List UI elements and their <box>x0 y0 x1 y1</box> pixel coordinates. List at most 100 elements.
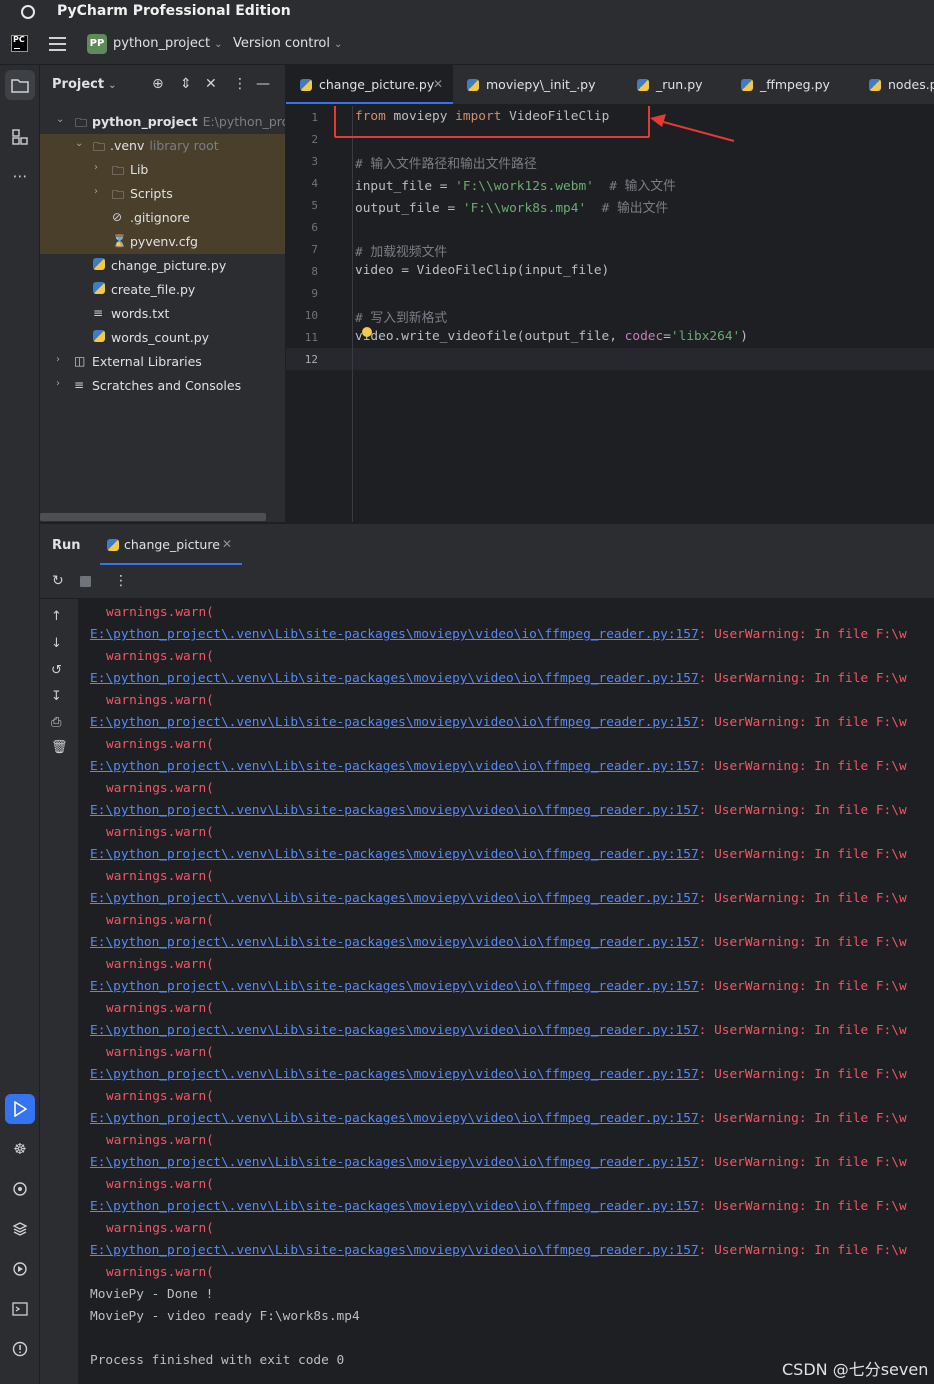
intention-bulb-icon[interactable] <box>362 327 372 337</box>
code-editor[interactable]: 1 2 3 4 5 6 7 8 9 10 11 12 from moviepy … <box>286 106 934 522</box>
project-selector[interactable]: python_project ⌄ <box>113 36 222 51</box>
console-warn-call: warnings.warn( <box>106 649 214 664</box>
print-icon[interactable]: ⎙ <box>51 715 61 730</box>
more-tools-icon[interactable]: ⋯ <box>5 161 35 191</box>
console-file-link[interactable]: E:\python_project\.venv\Lib\site-package… <box>90 847 699 862</box>
python-packages-layers-icon[interactable] <box>5 1214 35 1244</box>
rerun-icon[interactable]: ↻ <box>52 573 64 589</box>
run-tool-icon[interactable] <box>5 1094 35 1124</box>
collapse-all-icon[interactable]: ✕ <box>205 76 217 92</box>
python-file-icon <box>637 79 649 91</box>
tab-ffmpeg[interactable]: _ffmpeg.py <box>727 65 837 104</box>
stop-icon[interactable] <box>80 576 91 587</box>
python-console-icon[interactable] <box>5 1174 35 1204</box>
locate-target-icon[interactable]: ⊕ <box>152 76 164 92</box>
console-warn-call: warnings.warn( <box>106 825 214 840</box>
console-file-link[interactable]: E:\python_project\.venv\Lib\site-package… <box>90 759 699 774</box>
chevron-down-icon: ⌄ <box>214 39 223 50</box>
console-file-link[interactable]: E:\python_project\.venv\Lib\site-package… <box>90 715 699 730</box>
tree-item-words-count[interactable]: words_count.py <box>40 326 285 350</box>
chevron-right-icon: › <box>56 378 60 389</box>
console-warning-line: E:\python_project\.venv\Lib\site-package… <box>90 1243 907 1258</box>
console-file-link[interactable]: E:\python_project\.venv\Lib\site-package… <box>90 891 699 906</box>
chevron-right-icon: › <box>94 162 98 173</box>
console-file-link[interactable]: E:\python_project\.venv\Lib\site-package… <box>90 1199 699 1214</box>
console-file-link[interactable]: E:\python_project\.venv\Lib\site-package… <box>90 1023 699 1038</box>
tree-item-change-picture[interactable]: change_picture.py <box>40 254 285 278</box>
console-file-link[interactable]: E:\python_project\.venv\Lib\site-package… <box>90 935 699 950</box>
vcs-label: Version control <box>233 36 330 51</box>
vcs-selector[interactable]: Version control ⌄ <box>233 36 342 51</box>
tree-item-scratches[interactable]: › ≡ Scratches and Consoles <box>40 374 285 398</box>
project-panel: Project ⌄ ⊕ ⇕ ✕ ⋮ — ⌄ 🗀 python_project E:\… <box>40 65 286 522</box>
project-horizontal-scrollbar[interactable] <box>40 513 266 521</box>
tree-item-python-project[interactable]: ⌄ 🗀 python_projectE:\python_project <box>40 110 285 134</box>
options-menu-icon[interactable]: ⋮ <box>233 76 247 92</box>
services-icon[interactable] <box>5 1254 35 1284</box>
tree-item-pyvenv-cfg[interactable]: ⌛ pyvenv.cfg <box>40 230 285 254</box>
scroll-to-end-icon[interactable]: ↧ <box>51 689 62 704</box>
tab-moviepy-init[interactable]: moviepy\_init_.py <box>453 65 603 104</box>
line-number: 1 <box>311 111 318 124</box>
tree-item-words-txt[interactable]: ≡ words.txt <box>40 302 285 326</box>
watermark: CSDN @七分seven <box>782 1360 929 1379</box>
code-line-8: video = VideoFileClip(input_file) <box>355 263 610 278</box>
debug-bug-icon[interactable]: ☸ <box>5 1134 35 1164</box>
python-file-icon <box>93 330 105 345</box>
console-warn-call: warnings.warn( <box>106 1089 214 1104</box>
arrow-up-icon[interactable]: ↑ <box>51 609 62 624</box>
project-badge[interactable]: PP <box>87 34 107 54</box>
project-panel-title[interactable]: Project ⌄ <box>52 77 116 92</box>
tab-nodes[interactable]: nodes.p <box>855 65 934 104</box>
console-warning-line: E:\python_project\.venv\Lib\site-package… <box>90 1199 907 1214</box>
console-file-link[interactable]: E:\python_project\.venv\Lib\site-package… <box>90 1111 699 1126</box>
arrow-down-icon[interactable]: ↓ <box>51 636 62 651</box>
tab-change-picture[interactable]: change_picture.py ✕ <box>286 65 453 104</box>
console-file-link[interactable]: E:\python_project\.venv\Lib\site-package… <box>90 627 699 642</box>
code-line-7: # 加载视频文件 <box>355 245 448 260</box>
tree-item-create-file[interactable]: create_file.py <box>40 278 285 302</box>
terminal-icon[interactable] <box>5 1294 35 1324</box>
folder-icon: 🗀 <box>93 140 106 154</box>
run-console-output[interactable]: warnings.warn( E:\python_project\.venv\Li… <box>78 599 934 1384</box>
title-bar: PyCharm Professional Edition <box>0 0 934 24</box>
console-file-link[interactable]: E:\python_project\.venv\Lib\site-package… <box>90 1155 699 1170</box>
tree-item-venv[interactable]: ⌄ 🗀 .venv library root <box>40 134 285 158</box>
tree-item-lib[interactable]: › 🗀 Lib <box>40 158 285 182</box>
line-number: 8 <box>311 265 318 278</box>
tree-item-gitignore[interactable]: ⊘ .gitignore <box>40 206 285 230</box>
annotation-arrow-icon <box>650 114 735 142</box>
problems-icon[interactable] <box>5 1334 35 1364</box>
console-file-link[interactable]: E:\python_project\.venv\Lib\site-package… <box>90 979 699 994</box>
main-menu-icon[interactable] <box>49 37 66 51</box>
expand-all-icon[interactable]: ⇕ <box>180 76 192 92</box>
app-circle-icon[interactable] <box>21 5 35 19</box>
close-tab-icon[interactable]: ✕ <box>433 77 443 91</box>
tree-item-external-libraries[interactable]: › ◫ External Libraries <box>40 350 285 374</box>
console-warn-call: warnings.warn( <box>106 1221 214 1236</box>
options-menu-icon[interactable]: ⋮ <box>114 573 128 589</box>
console-file-link[interactable]: E:\python_project\.venv\Lib\site-package… <box>90 1243 699 1258</box>
console-file-link[interactable]: E:\python_project\.venv\Lib\site-package… <box>90 1067 699 1082</box>
line-number: 4 <box>311 177 318 190</box>
console-file-link[interactable]: E:\python_project\.venv\Lib\site-package… <box>90 803 699 818</box>
trash-icon[interactable]: 🗑 <box>51 740 68 755</box>
ignore-file-icon: ⊘ <box>112 210 123 224</box>
soft-wrap-icon[interactable]: ↺ <box>51 663 62 678</box>
run-panel-header: Run change_picture ✕ <box>40 523 934 566</box>
annotation-highlight-box <box>334 106 650 138</box>
hide-panel-icon[interactable]: — <box>256 76 270 92</box>
structure-icon[interactable] <box>5 122 35 152</box>
console-file-link[interactable]: E:\python_project\.venv\Lib\site-package… <box>90 671 699 686</box>
pycharm-logo-icon: PC <box>11 35 28 52</box>
code-line-3: # 输入文件路径和输出文件路径 <box>355 157 537 172</box>
tab-run[interactable]: _run.py <box>623 65 713 104</box>
close-tab-icon[interactable]: ✕ <box>222 537 232 551</box>
project-tool-folder-icon[interactable] <box>5 70 35 100</box>
main-toolbar: PC PP python_project ⌄ Version control ⌄ <box>0 24 934 65</box>
run-tab-change-picture[interactable]: change_picture ✕ <box>100 524 242 566</box>
tree-item-scripts[interactable]: › 🗀 Scripts <box>40 182 285 206</box>
gutter-separator <box>352 106 353 522</box>
console-warning-line: E:\python_project\.venv\Lib\site-package… <box>90 627 907 642</box>
console-warning-line: E:\python_project\.venv\Lib\site-package… <box>90 671 907 686</box>
